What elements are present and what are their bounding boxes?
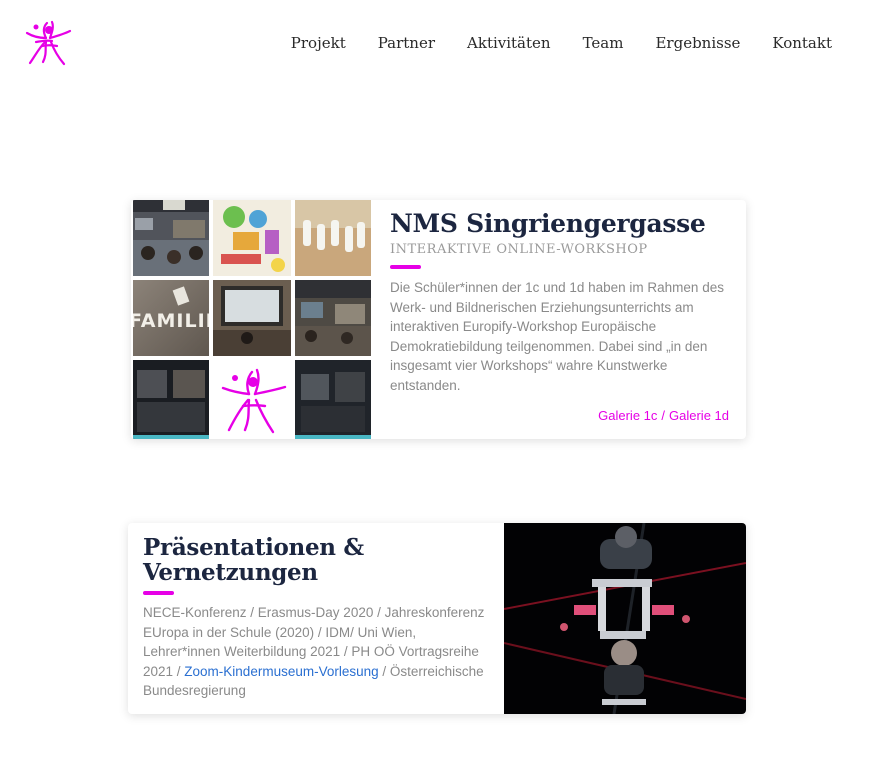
zoom-kindermuseum-link[interactable]: Zoom-Kindermuseum-Vorlesung <box>184 664 378 679</box>
accent-bar <box>390 265 421 269</box>
collage-tile <box>213 360 291 439</box>
gallery-1c-link[interactable]: Galerie 1c <box>598 408 657 423</box>
card1-content: NMS Singriengergasse INTERAKTIVE ONLINE-… <box>390 200 732 395</box>
card2-body: NECE-Konferenz / Erasmus-Day 2020 / Jahr… <box>143 603 488 701</box>
nav-kontakt[interactable]: Kontakt <box>772 34 832 52</box>
gallery-1d-link[interactable]: Galerie 1d <box>669 408 729 423</box>
collage-tile <box>295 200 371 276</box>
site-logo[interactable] <box>24 18 72 68</box>
collage-tile <box>213 280 291 356</box>
gallery-separator: / <box>661 408 666 423</box>
card1-body: Die Schüler*innen der 1c und 1d haben im… <box>390 280 724 393</box>
card2-title: Präsentationen & Vernetzungen <box>143 534 364 586</box>
workshop-collage-image: FAMILIE <box>133 200 371 439</box>
main-nav: Projekt Partner Aktivitäten Team Ergebni… <box>259 34 832 52</box>
accent-bar <box>143 591 174 595</box>
nav-team[interactable]: Team <box>583 34 624 52</box>
collage-tile <box>213 200 291 276</box>
collage-tile-label: FAMILIE <box>133 310 209 332</box>
nav-projekt[interactable]: Projekt <box>291 34 346 52</box>
collage-tile <box>295 280 371 356</box>
nav-partner[interactable]: Partner <box>378 34 435 52</box>
card1-title: NMS Singriengergasse <box>390 209 706 238</box>
nav-ergebnisse[interactable]: Ergebnisse <box>655 34 740 52</box>
dancing-star-logo-icon <box>25 20 72 66</box>
collage-tile <box>133 360 209 439</box>
card2-content: Präsentationen & Vernetzungen NECE-Konfe… <box>143 535 488 701</box>
card1-subtitle: INTERAKTIVE ONLINE-WORKSHOP <box>390 242 648 257</box>
presentations-card: Präsentationen & Vernetzungen NECE-Konfe… <box>128 523 746 714</box>
nav-aktivitaeten[interactable]: Aktivitäten <box>467 34 551 52</box>
project-card-nms: FAMILIE <box>131 200 746 439</box>
rowing-photo-image <box>504 523 746 714</box>
gallery-links: Galerie 1c / Galerie 1d <box>598 408 729 423</box>
collage-tile: FAMILIE <box>133 280 209 356</box>
collage-tile <box>133 200 209 276</box>
collage-tile <box>295 360 371 439</box>
